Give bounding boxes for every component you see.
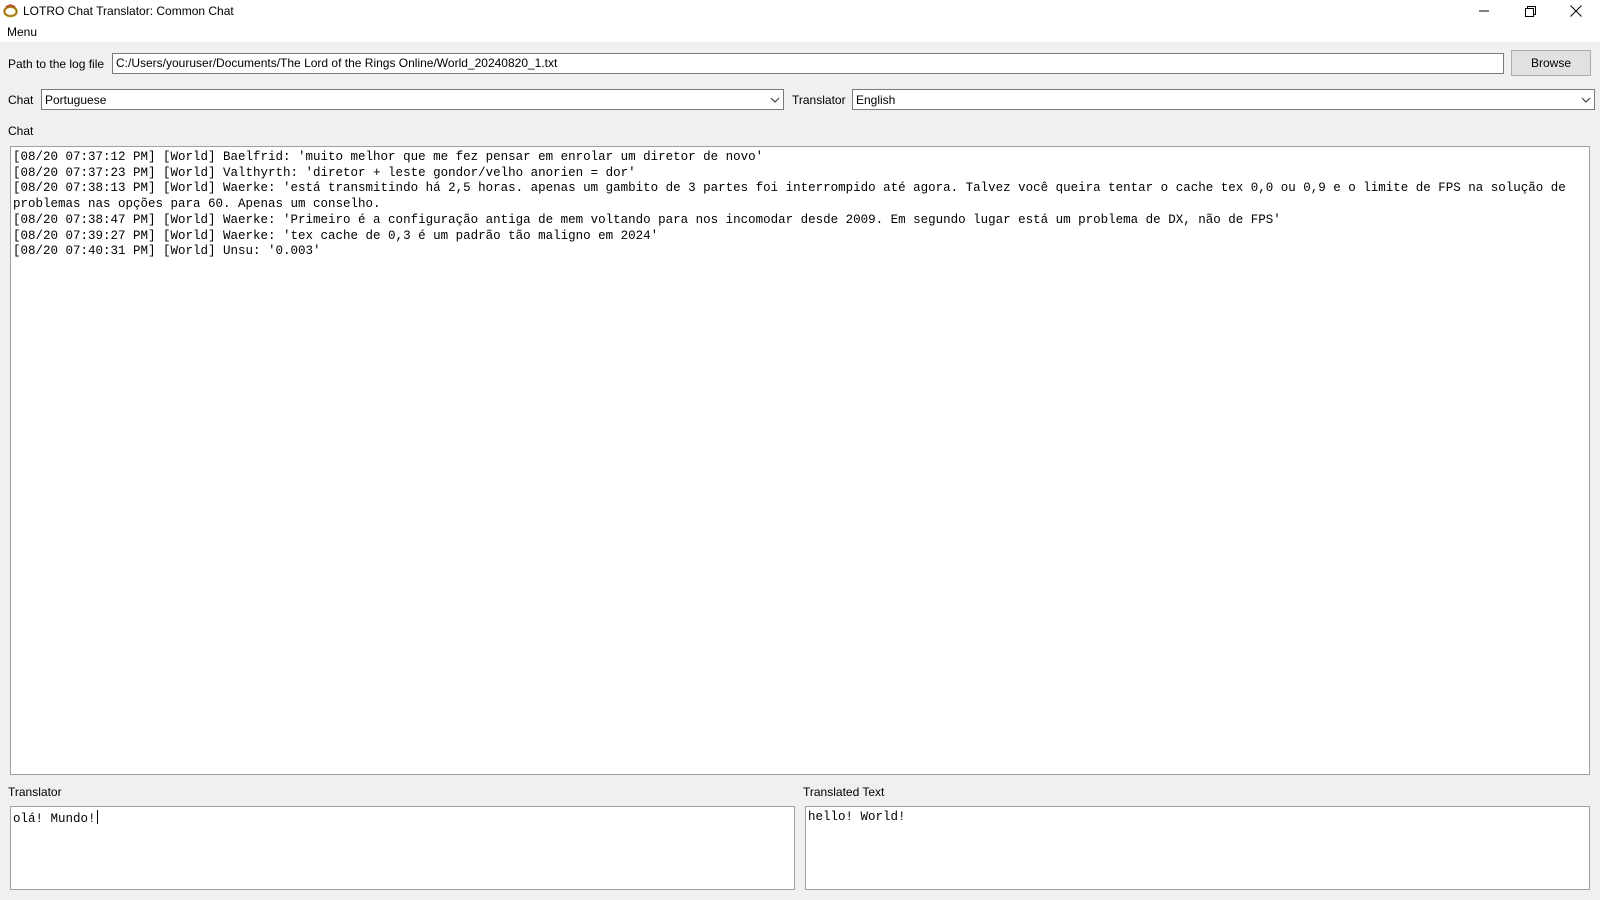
- chat-language-select[interactable]: Portuguese: [41, 89, 784, 110]
- title-bar[interactable]: LOTRO Chat Translator: Common Chat: [0, 0, 1600, 22]
- restore-icon: [1524, 5, 1536, 17]
- chat-line: [08/20 07:39:27 PM] [World] Waerke: 'tex…: [13, 228, 659, 243]
- translator-language-label: Translator: [792, 93, 846, 107]
- translator-input-label: Translator: [8, 785, 62, 799]
- chevron-down-icon: [1581, 97, 1591, 103]
- ring-icon: [3, 4, 18, 18]
- menu-item[interactable]: Menu: [7, 25, 37, 39]
- chat-line: [08/20 07:37:23 PM] [World] Valthyrth: '…: [13, 165, 636, 180]
- chat-line: [08/20 07:38:13 PM] [World] Waerke: 'est…: [13, 181, 1574, 212]
- chat-language-label: Chat: [8, 93, 34, 107]
- chat-line: [08/20 07:38:47 PM] [World] Waerke: 'Pri…: [13, 212, 1281, 227]
- chat-line: [08/20 07:37:12 PM] [World] Baelfrid: 'm…: [13, 150, 764, 164]
- menu-bar: Menu: [0, 22, 1600, 42]
- minimize-button[interactable]: [1461, 0, 1507, 22]
- close-button[interactable]: [1553, 0, 1599, 22]
- minimize-icon: [1479, 10, 1489, 12]
- browse-button[interactable]: Browse: [1511, 50, 1591, 76]
- translated-text-textarea[interactable]: hello! World!: [805, 806, 1590, 890]
- log-path-input[interactable]: C:/Users/youruser/Documents/The Lord of …: [112, 53, 1504, 74]
- log-path-label: Path to the log file: [8, 57, 105, 71]
- translated-text-label: Translated Text: [803, 785, 885, 799]
- chat-label: Chat: [8, 124, 34, 138]
- translator-input-textarea[interactable]: olá! Mundo!: [10, 806, 795, 890]
- window-title: LOTRO Chat Translator: Common Chat: [23, 4, 234, 18]
- translator-language-select[interactable]: English: [852, 89, 1595, 110]
- translator-input-text: olá! Mundo!: [13, 812, 96, 826]
- text-caret: [96, 810, 98, 824]
- close-icon: [1570, 5, 1582, 17]
- restore-button[interactable]: [1507, 0, 1553, 22]
- chat-line: [08/20 07:40:31 PM] [World] Unsu: '0.003…: [13, 244, 321, 259]
- chat-language-value: Portuguese: [45, 93, 107, 107]
- chevron-down-icon: [770, 97, 780, 103]
- chat-log-textarea[interactable]: [08/20 07:37:12 PM] [World] Baelfrid: 'm…: [10, 146, 1590, 775]
- translated-text-value: hello! World!: [808, 810, 906, 824]
- translator-language-value: English: [856, 93, 896, 107]
